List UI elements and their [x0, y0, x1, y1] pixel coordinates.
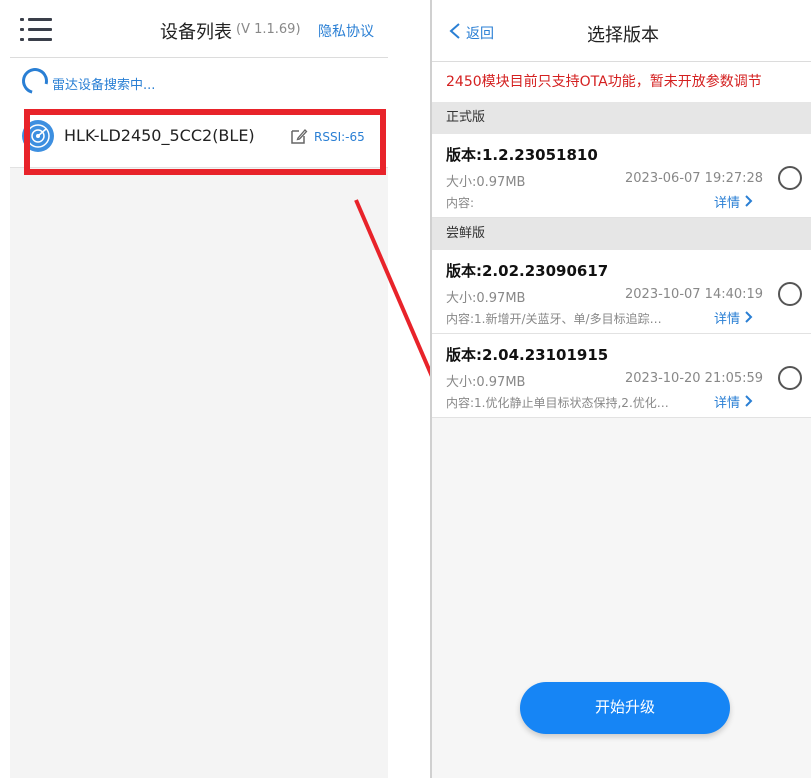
version-size: 大小:0.97MB: [446, 375, 526, 390]
version-detail-link[interactable]: 详情: [714, 392, 753, 411]
version-radio[interactable]: [778, 166, 802, 190]
version-size: 大小:0.97MB: [446, 291, 526, 306]
version-select-screen: 返回 选择版本 2450模块目前只支持OTA功能，暂未开放参数调节 正式版 版本…: [430, 0, 811, 778]
device-list-screen: 设备列表 (V 1.1.69) 隐私协议 雷达设备搜索中... HLK-LD24…: [10, 0, 388, 778]
version-date: 2023-10-20 21:05:59: [625, 371, 764, 386]
version-radio[interactable]: [778, 366, 802, 390]
version-date: 2023-10-07 14:40:19: [625, 287, 764, 302]
device-list-header: 设备列表 (V 1.1.69) 隐私协议: [10, 0, 388, 58]
version-content: 内容:: [446, 196, 475, 210]
search-status-row: 雷达设备搜索中...: [10, 58, 388, 106]
version-select-header: 返回 选择版本: [432, 0, 811, 62]
search-status-text: 雷达设备搜索中...: [52, 78, 156, 93]
page-title: 设备列表: [160, 22, 232, 43]
version-detail-link[interactable]: 详情: [714, 308, 753, 327]
page-title: 选择版本: [587, 25, 659, 46]
version-size: 大小:0.97MB: [446, 175, 526, 190]
ota-warning-text: 2450模块目前只支持OTA功能，暂未开放参数调节: [432, 62, 811, 102]
version-number: 版本:2.02.23090617: [446, 262, 609, 280]
app-version: (V 1.1.69): [236, 22, 301, 37]
version-list-item[interactable]: 版本:2.04.23101915 大小:0.97MB 2023-10-20 21…: [432, 334, 811, 418]
version-number: 版本:1.2.23051810: [446, 146, 598, 164]
highlight-annotation-box: [24, 109, 386, 175]
version-content: 内容:1.优化静止单目标状态保持,2.优化…: [446, 396, 669, 410]
screenshot-stage: 设备列表 (V 1.1.69) 隐私协议 雷达设备搜索中... HLK-LD24…: [0, 0, 811, 778]
back-button[interactable]: 返回: [466, 23, 494, 43]
back-chevron-icon[interactable]: [448, 22, 462, 40]
start-upgrade-button[interactable]: 开始升级: [520, 682, 730, 734]
section-header-preview: 尝鲜版: [432, 218, 811, 250]
loading-spinner-icon: [17, 63, 53, 99]
version-list-item[interactable]: 版本:2.02.23090617 大小:0.97MB 2023-10-07 14…: [432, 250, 811, 334]
privacy-policy-link[interactable]: 隐私协议: [318, 21, 374, 41]
chevron-right-icon: [745, 311, 753, 323]
version-list-item[interactable]: 版本:1.2.23051810 大小:0.97MB 2023-06-07 19:…: [432, 134, 811, 218]
version-radio[interactable]: [778, 282, 802, 306]
chevron-right-icon: [745, 395, 753, 407]
section-header-stable: 正式版: [432, 102, 811, 134]
menu-icon[interactable]: [20, 18, 52, 42]
chevron-right-icon: [745, 195, 753, 207]
version-date: 2023-06-07 19:27:28: [625, 171, 764, 186]
version-number: 版本:2.04.23101915: [446, 346, 609, 364]
version-detail-link[interactable]: 详情: [714, 192, 753, 211]
version-content: 内容:1.新增开/关蓝牙、单/多目标追踪…: [446, 312, 662, 326]
